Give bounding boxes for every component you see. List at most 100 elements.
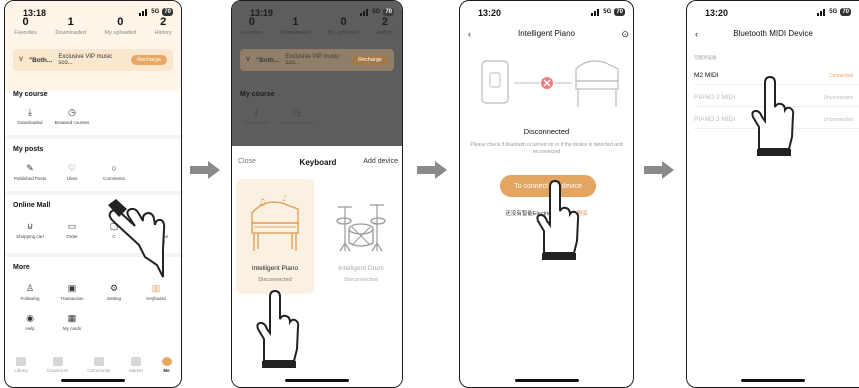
phone-icon [481, 60, 509, 104]
vip-desc: Exclusive VIP music sco... [58, 54, 113, 66]
card-status: Disconnected [344, 277, 378, 283]
browsed-courses-item: ◷ Browsed courses [277, 107, 318, 125]
connection-illustration [481, 60, 619, 107]
section-title-posts: My posts [13, 146, 44, 153]
clock-icon: ◷ [68, 107, 76, 117]
my-cards-item[interactable]: ▦ My cards [51, 313, 93, 331]
clock-icon: ◷ [292, 107, 301, 117]
add-device-button[interactable]: Add device [363, 158, 398, 165]
home-indicator [741, 379, 805, 382]
stat-history[interactable]: 2 History [155, 16, 172, 36]
stat-value: 1 [67, 16, 74, 28]
back-chevron-icon[interactable]: ‹ [468, 29, 471, 39]
stat-label: Favorites [14, 30, 37, 36]
tab-label: Market [128, 368, 143, 373]
device-status: Unconnected [823, 95, 853, 101]
recharge-button[interactable]: Recharge [131, 55, 167, 65]
stat-downloaded[interactable]: 1 Downloaded [55, 16, 86, 36]
section-title-course: My course [13, 91, 48, 98]
tab-me[interactable]: Me [161, 357, 172, 373]
signal-bars-icon [139, 8, 148, 16]
nav-bar: ‹ Bluetooth MIDI Device [687, 29, 859, 43]
help-item[interactable]: ◉ Help [9, 313, 51, 331]
stat-uploaded: 0 My uploaded [328, 16, 360, 36]
tab-classroom[interactable]: Classroom [47, 357, 69, 373]
tab-community[interactable]: Community [87, 357, 110, 373]
intelligent-drum-card[interactable]: Intelligent Drum Disconnected [322, 179, 400, 294]
divider [5, 191, 181, 195]
grid-label: Likes [66, 176, 78, 181]
heart-icon: ♡ [67, 163, 77, 173]
grid-label: Browsed courses [279, 120, 314, 125]
grid-label: Following [20, 296, 40, 301]
intelligent-piano-card[interactable]: ♫ ♪ Intelligent Piano Disconnected [236, 179, 314, 294]
stat-label: Downloaded [55, 30, 86, 36]
grid-label: Transaction [60, 296, 84, 301]
signal-bars-icon [360, 8, 369, 16]
more-grid: ♙ Following ▣ Transaction ⚙ Setting ▥ Keyboa… [9, 283, 177, 301]
published-posts-item[interactable]: ✎ Published Posts [9, 163, 51, 181]
stat-downloaded: 1 Downloaded [280, 16, 311, 36]
stat-favorites[interactable]: 0 Favorites [14, 16, 37, 36]
cart-icon: ⊍ [26, 221, 34, 231]
tab-library[interactable]: Library [14, 357, 28, 373]
section-title-mall: Online Mall [13, 202, 51, 209]
vip-title: "Both... [256, 56, 280, 64]
bluetooth-icon [489, 72, 501, 88]
setting-item[interactable]: ⚙ Setting [93, 283, 135, 301]
grid-label: Comments [103, 176, 125, 181]
section-title-more: More [13, 264, 30, 271]
network-type: 5G [151, 9, 160, 15]
network-type: 5G [603, 9, 612, 15]
shopping-cart-item[interactable]: ⊍ Shopping cart [9, 221, 51, 244]
order-icon: ▭ [67, 221, 77, 231]
stat-label: Favorites [240, 30, 264, 36]
vip-banner[interactable]: V "Both... Exclusive VIP music sco... Re… [13, 49, 173, 71]
tab-market[interactable]: Market [129, 357, 143, 373]
battery-icon: 70 [383, 8, 394, 16]
transaction-item[interactable]: ▣ Transaction [51, 283, 93, 301]
market-icon [130, 357, 141, 366]
battery-icon: 70 [162, 8, 173, 16]
posts-grid: ✎ Published Posts ♡ Likes ○ Comments [9, 163, 177, 181]
following-item[interactable]: ♙ Following [9, 283, 51, 301]
status-bar: 13:20 5G 70 [470, 7, 625, 21]
phone-screen-me: 13:18 5G 70 0 Favorites 1 Downloaded 0 My up… [4, 0, 182, 388]
piano-illustration-icon: ♫ ♪ [251, 195, 299, 251]
comments-item[interactable]: ○ Comments [93, 163, 135, 181]
svg-text:♪: ♪ [282, 195, 287, 203]
more-grid-2: ◉ Help ▦ My cards [9, 313, 177, 331]
help-icon: ◉ [26, 313, 34, 323]
keyboard-item[interactable]: ▥ Keyboard [135, 283, 177, 301]
grid-label: Keyboard [146, 296, 166, 301]
recharge-button: Recharge [352, 55, 388, 65]
grid-label: Browsed courses [54, 120, 90, 125]
stat-value: 2 [160, 16, 167, 28]
library-icon [16, 357, 27, 366]
phone-screen-intelligent-piano: 13:20 5G 70 ‹ Intelligent Piano ⊙ Disconn… [459, 0, 634, 388]
stat-label: Downloaded [280, 30, 311, 36]
person-icon: ♙ [25, 283, 35, 293]
vip-banner: V "Both... Exclusive VIP music sco... Re… [240, 49, 394, 71]
nav-bar: ‹ Intelligent Piano ⊙ [460, 29, 633, 43]
battery-icon: 70 [614, 8, 625, 16]
edit-icon: ✎ [26, 163, 34, 173]
home-indicator [61, 379, 125, 382]
section-title-course: My course [240, 91, 275, 98]
device-status: Connected [828, 73, 853, 79]
pointing-hand-icon [751, 75, 795, 156]
stat-value: 2 [381, 16, 388, 28]
back-chevron-icon[interactable]: ‹ [695, 29, 698, 39]
likes-item[interactable]: ♡ Likes [51, 163, 93, 181]
settings-icon[interactable]: ⊙ [621, 29, 629, 40]
tutorial-strip: 13:18 5G 70 0 Favorites 1 Downloaded 0 My up… [0, 0, 859, 388]
tab-label: Me [163, 368, 170, 373]
pairable-devices-label: 可配对设备 [694, 55, 717, 60]
browsed-courses-item[interactable]: ◷ Browsed courses [51, 107, 93, 125]
stat-uploaded[interactable]: 0 My uploaded [105, 16, 137, 36]
signal-indicator: 5G 70 [139, 8, 173, 16]
svg-text:♫: ♫ [258, 198, 266, 208]
order-item[interactable]: ▭ Order [51, 221, 93, 244]
downloaded-item[interactable]: ⤓ Downloaded [9, 107, 51, 125]
vip-icon: V [246, 57, 251, 63]
